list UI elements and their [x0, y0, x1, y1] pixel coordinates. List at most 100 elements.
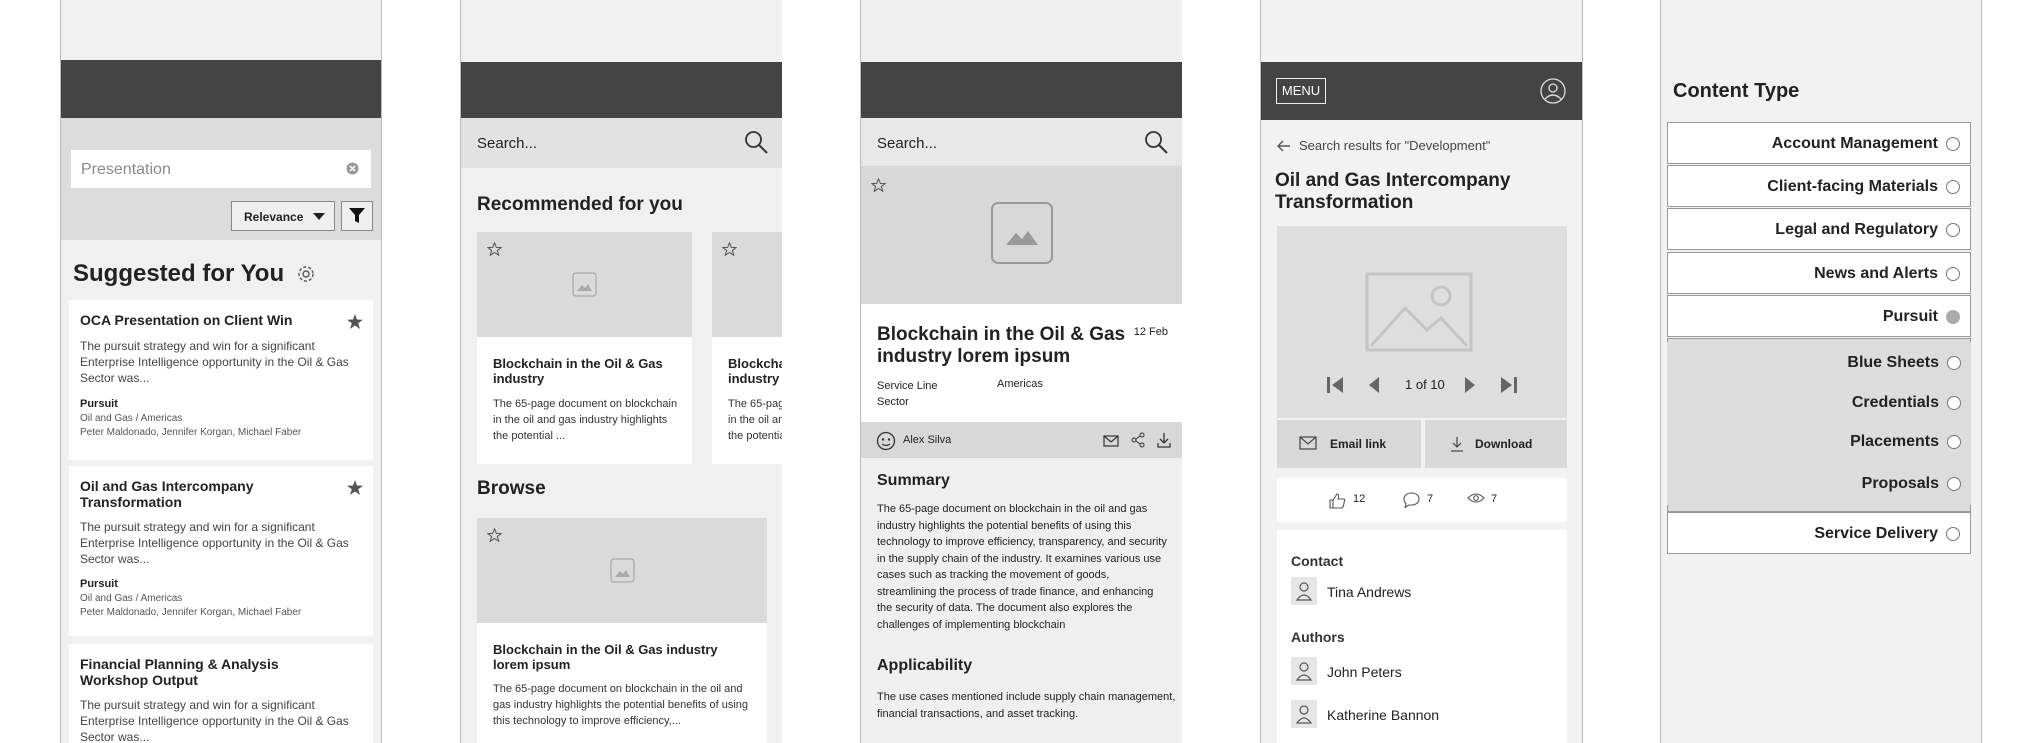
mail-icon[interactable] — [1103, 434, 1119, 448]
likes-stat[interactable]: 12 — [1329, 492, 1365, 512]
radio-button[interactable] — [1947, 477, 1961, 491]
gear-icon[interactable] — [297, 265, 315, 283]
radio-button-selected[interactable] — [1946, 310, 1960, 324]
chevron-down-icon — [313, 213, 325, 220]
menu-button[interactable]: MENU — [1276, 78, 1326, 104]
search-bar[interactable]: Search... — [861, 118, 1182, 166]
result-description: The pursuit strategy and win for a signi… — [80, 339, 349, 385]
image-gallery: 1 of 10 — [1277, 226, 1567, 418]
filter-option[interactable]: Service Delivery — [1667, 512, 1971, 554]
contact-label: Contact — [1291, 553, 1344, 569]
home-screen: Search... Recommended for you Blockchain… — [460, 0, 782, 743]
article-title: Blockchain in the Oil & Gas industry lor… — [877, 324, 1126, 367]
filter-sub-option[interactable]: Proposals — [1667, 463, 1971, 505]
filter-sub-option[interactable]: Blue Sheets — [1667, 342, 1971, 384]
radio-button[interactable] — [1947, 396, 1961, 410]
search-icon[interactable] — [1144, 130, 1168, 154]
app-header: MENU — [1261, 62, 1582, 120]
browse-card[interactable]: Blockchain in the Oil & Gas industry lor… — [477, 518, 767, 743]
star-outline-icon[interactable] — [487, 242, 502, 256]
sort-dropdown[interactable]: Relevance — [231, 201, 335, 231]
option-label: Pursuit — [1882, 308, 1938, 325]
filter-button[interactable] — [341, 201, 373, 231]
search-placeholder: Search... — [477, 135, 538, 152]
option-label: Service Delivery — [1814, 525, 1938, 542]
result-people: Peter Maldonado, Jennifer Korgan, Michae… — [80, 607, 302, 618]
star-icon[interactable] — [347, 480, 363, 495]
app-header — [61, 60, 381, 118]
radio-button[interactable] — [1947, 435, 1961, 449]
article-date: 12 Feb — [1133, 326, 1168, 338]
star-outline-icon[interactable] — [722, 242, 737, 256]
result-card[interactable]: Oil and Gas Intercompany Transformation … — [69, 466, 373, 636]
search-bar[interactable]: Search... — [461, 118, 782, 168]
person-icon — [1291, 657, 1317, 685]
author-name: Katherine Bannon — [1327, 707, 1440, 723]
filter-sub-option[interactable]: Placements — [1667, 421, 1971, 463]
detail-screen: MENU Search results for "Development" Oi… — [1260, 0, 1583, 743]
next-icon[interactable] — [1465, 377, 1475, 393]
author-name[interactable]: Alex Silva — [903, 434, 951, 446]
radio-button[interactable] — [1946, 137, 1960, 151]
result-category: Pursuit — [80, 578, 118, 590]
radio-button[interactable] — [1946, 223, 1960, 237]
comments-stat[interactable]: 7 — [1403, 492, 1433, 511]
clear-icon[interactable] — [346, 162, 359, 180]
star-outline-icon[interactable] — [487, 528, 502, 542]
section-heading: Browse — [477, 478, 546, 499]
radio-button[interactable] — [1946, 267, 1960, 281]
user-profile-icon[interactable] — [1540, 78, 1566, 104]
search-input[interactable]: Presentation — [71, 150, 371, 188]
recommended-card[interactable]: Blockchain in the Oil & Gas industry The… — [712, 232, 782, 464]
result-card[interactable]: OCA Presentation on Client Win The pursu… — [69, 300, 373, 460]
search-query: Presentation — [81, 161, 171, 178]
result-card[interactable]: Financial Planning & Analysis Workshop O… — [69, 644, 373, 743]
star-outline-icon[interactable] — [871, 178, 886, 192]
star-icon[interactable] — [347, 314, 363, 329]
person-icon — [1291, 700, 1317, 728]
card-description: The 65-page document on blockchain in th… — [493, 683, 748, 727]
previous-icon[interactable] — [1369, 377, 1379, 393]
filter-option[interactable]: Account Management — [1667, 122, 1971, 164]
page-title: Suggested for You — [73, 260, 285, 287]
option-label: Account Management — [1771, 135, 1938, 152]
card-image — [712, 232, 782, 337]
radio-button[interactable] — [1947, 356, 1961, 370]
result-region: Oil and Gas / Americas — [80, 413, 183, 424]
card-title: Blockchain in the Oil & Gas industry lor… — [493, 642, 718, 672]
authors-label: Authors — [1291, 629, 1345, 645]
filter-screen: Content Type Account Management Client-f… — [1660, 0, 1982, 743]
download-icon[interactable] — [1156, 432, 1172, 448]
share-icon[interactable] — [1130, 432, 1146, 448]
person-icon — [1291, 577, 1317, 605]
arrow-left-icon — [1277, 140, 1290, 152]
search-placeholder: Search... — [877, 135, 938, 152]
search-results-screen: Presentation Relevance Suggested for You… — [60, 0, 382, 743]
download-button[interactable]: Download — [1425, 420, 1567, 468]
article-header: Blockchain in the Oil & Gas industry lor… — [861, 304, 1182, 422]
filter-option[interactable]: Legal and Regulatory — [1667, 208, 1971, 250]
first-page-icon[interactable] — [1327, 377, 1345, 393]
author-bar: Alex Silva — [861, 422, 1182, 458]
views-stat: 7 — [1467, 492, 1497, 507]
image-placeholder-icon — [991, 202, 1053, 264]
card-description: The 65-page document on blockchain in th… — [493, 398, 678, 442]
radio-button[interactable] — [1946, 527, 1960, 541]
filter-option[interactable]: Pursuit — [1667, 295, 1971, 337]
option-label: Proposals — [1861, 475, 1939, 492]
email-link-label: Email link — [1330, 437, 1387, 451]
filter-option[interactable]: Client-facing Materials — [1667, 165, 1971, 207]
image-placeholder-icon — [610, 558, 635, 583]
section-heading: Recommended for you — [477, 194, 683, 215]
option-label: Blue Sheets — [1847, 354, 1939, 371]
search-icon[interactable] — [744, 130, 768, 154]
last-page-icon[interactable] — [1499, 377, 1517, 393]
email-link-button[interactable]: Email link — [1277, 420, 1421, 468]
result-region: Oil and Gas / Americas — [80, 593, 183, 604]
filter-sub-option[interactable]: Credentials — [1667, 382, 1971, 424]
author-name: John Peters — [1327, 664, 1402, 680]
recommended-card[interactable]: Blockchain in the Oil & Gas industry The… — [477, 232, 692, 464]
radio-button[interactable] — [1946, 180, 1960, 194]
likes-count: 12 — [1353, 493, 1366, 505]
filter-option[interactable]: News and Alerts — [1667, 252, 1971, 294]
